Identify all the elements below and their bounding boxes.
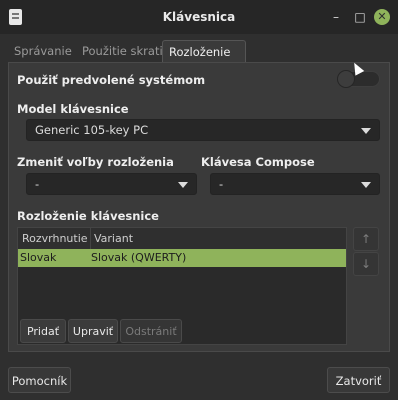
- layout-options-label: Zmeniť voľby rozloženia: [17, 155, 174, 169]
- toggle-knob: [337, 70, 355, 88]
- move-up-button[interactable]: ↑: [353, 227, 379, 251]
- keyboard-model-dropdown[interactable]: Generic 105-key PC: [26, 119, 380, 141]
- layout-options-dropdown[interactable]: -: [26, 173, 197, 195]
- add-layout-button[interactable]: Pridať: [20, 319, 66, 343]
- keyboard-settings-window: Klávesnica – □ ✕ Správanie Použitie skra…: [0, 0, 398, 400]
- close-window-icon[interactable]: ✕: [374, 9, 390, 25]
- edit-layout-button[interactable]: Upraviť: [68, 319, 118, 343]
- keyboard-layouts-label: Rozloženie klávesnice: [17, 209, 159, 223]
- keyboard-layouts-table: Rozvrhnutie Variant Slovak Slovak (QWERT…: [17, 227, 347, 345]
- chevron-down-icon: [361, 182, 371, 188]
- tab-spravanie[interactable]: Správanie: [8, 40, 86, 62]
- chevron-down-icon: [178, 182, 188, 188]
- help-button[interactable]: Pomocník: [8, 367, 71, 393]
- table-row[interactable]: Slovak Slovak (QWERTY): [18, 249, 346, 267]
- title-bar: Klávesnica – □ ✕: [0, 0, 398, 34]
- close-button[interactable]: Zatvoriť: [327, 367, 390, 393]
- column-header-layout[interactable]: Rozvrhnutie: [22, 228, 88, 249]
- remove-layout-button[interactable]: Odstrániť: [120, 319, 182, 343]
- tab-pouzitie-skratiek[interactable]: Použitie skratiek: [76, 40, 176, 62]
- table-header: Rozvrhnutie Variant: [18, 228, 346, 250]
- arrow-up-icon: ↑: [360, 232, 372, 246]
- row-variant-cell: Slovak (QWERTY): [91, 251, 187, 264]
- keyboard-model-label: Model klávesnice: [17, 102, 129, 116]
- row-layout-cell: Slovak: [20, 251, 57, 264]
- use-system-defaults-label: Použiť predvolené systémom: [17, 73, 206, 87]
- compose-key-label: Klávesa Compose: [201, 155, 315, 169]
- move-down-button[interactable]: ↓: [353, 252, 379, 276]
- minimize-icon[interactable]: –: [328, 9, 344, 25]
- arrow-down-icon: ↓: [360, 257, 372, 271]
- tab-rozlozenie[interactable]: Rozloženie: [162, 40, 246, 63]
- column-header-variant[interactable]: Variant: [90, 228, 133, 249]
- compose-key-value: -: [219, 177, 224, 191]
- compose-key-dropdown[interactable]: -: [210, 173, 380, 195]
- layout-options-value: -: [35, 177, 40, 191]
- keyboard-model-value: Generic 105-key PC: [35, 123, 149, 137]
- maximize-icon[interactable]: □: [352, 9, 368, 25]
- chevron-down-icon: [361, 128, 371, 134]
